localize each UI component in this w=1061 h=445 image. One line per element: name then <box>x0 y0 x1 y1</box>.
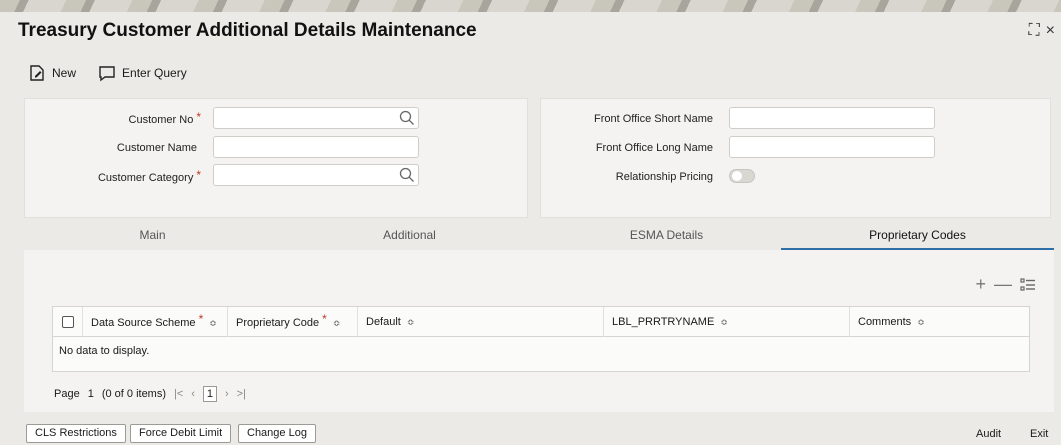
required-marker: * <box>196 110 201 124</box>
audit-button[interactable]: Audit <box>976 428 1001 440</box>
footer-bar: CLS Restrictions Force Debit Limit Chang… <box>0 420 1061 445</box>
force-debit-limit-button[interactable]: Force Debit Limit <box>130 424 232 443</box>
new-label: New <box>52 66 77 80</box>
relationship-pricing-label: Relationship Pricing <box>615 171 713 183</box>
tab-additional[interactable]: Additional <box>281 222 538 250</box>
col-default[interactable]: Default ≎ <box>358 307 604 337</box>
page-input[interactable]: 1 <box>88 388 94 400</box>
exit-button[interactable]: Exit <box>1030 428 1048 440</box>
items-count: (0 of 0 items) <box>101 388 167 400</box>
enter-query-button[interactable]: Enter Query <box>98 64 187 82</box>
fo-short-name-row: Front Office Short Name <box>541 113 713 125</box>
customer-category-label: Customer Category <box>97 172 194 184</box>
change-log-button[interactable]: Change Log <box>238 424 316 443</box>
sort-icon[interactable]: ≎ <box>333 318 341 328</box>
customer-category-input[interactable] <box>213 164 419 186</box>
column-label: Data Source Scheme <box>91 317 196 329</box>
sort-icon[interactable]: ≎ <box>917 317 925 327</box>
next-page-button[interactable]: › <box>225 388 229 400</box>
close-icon[interactable]: × <box>1046 22 1055 40</box>
front-office-panel: Front Office Short Name Front Office Lon… <box>540 98 1051 218</box>
customer-name-input[interactable] <box>213 136 419 158</box>
first-page-button[interactable]: |< <box>174 388 183 400</box>
col-lbl-prrtryname[interactable]: LBL_PRRTRYNAME ≎ <box>604 307 850 337</box>
fo-long-name-input[interactable] <box>729 136 935 158</box>
remove-row-icon[interactable]: — <box>994 274 1012 295</box>
select-all-checkbox[interactable] <box>62 316 74 328</box>
sort-icon[interactable]: ≎ <box>407 317 415 327</box>
page-title: Treasury Customer Additional Details Mai… <box>18 20 477 41</box>
table-header: Data Source Scheme * ≎ Proprietary Code * ≎ … <box>53 307 1029 337</box>
tab-bar: Main Additional ESMA Details Proprietary… <box>24 222 1054 250</box>
sort-icon[interactable]: ≎ <box>720 317 728 327</box>
col-data-source-scheme[interactable]: Data Source Scheme * ≎ <box>83 307 228 337</box>
fo-long-name-row: Front Office Long Name <box>541 142 713 154</box>
last-page-button[interactable]: >| <box>237 388 246 400</box>
select-all-cell <box>53 307 83 337</box>
grid-actions: + — <box>975 274 1036 295</box>
column-label: LBL_PRRTRYNAME <box>612 316 715 328</box>
enter-query-label: Enter Query <box>122 66 187 80</box>
proprietary-codes-content: + — Data Source Scheme * ≎ Proprietary Cod… <box>24 250 1054 412</box>
relationship-pricing-row: Relationship Pricing <box>541 171 713 183</box>
col-comments[interactable]: Comments ≎ <box>850 307 1029 337</box>
required-marker: * <box>198 312 204 326</box>
fo-short-name-input[interactable] <box>729 107 935 129</box>
query-icon <box>99 66 115 82</box>
page-label: Page <box>54 388 80 400</box>
pagination: Page 1 (0 of 0 items) |< ‹ 1 › >| <box>54 386 246 402</box>
fo-long-name-label: Front Office Long Name <box>595 142 713 154</box>
tab-esma-details[interactable]: ESMA Details <box>538 222 795 250</box>
fo-short-name-label: Front Office Short Name <box>593 113 713 125</box>
customer-name-row: Customer Name <box>25 142 197 154</box>
search-icon[interactable] <box>399 110 415 126</box>
resize-icon[interactable]: ⛶ <box>1028 22 1039 40</box>
column-label: Comments <box>858 316 912 328</box>
customer-name-label: Customer Name <box>116 142 197 154</box>
current-page[interactable]: 1 <box>202 386 217 402</box>
tab-proprietary-codes[interactable]: Proprietary Codes <box>781 222 1054 250</box>
search-icon[interactable] <box>399 167 415 183</box>
new-button[interactable]: New <box>28 64 76 82</box>
column-label: Default <box>366 316 401 328</box>
toolbar: New Enter Query <box>28 64 187 82</box>
customer-panel: Customer No * Customer Name Customer Cat… <box>24 98 528 218</box>
column-label: Proprietary Code <box>236 317 320 329</box>
proprietary-codes-table: Data Source Scheme * ≎ Proprietary Code * ≎ … <box>52 306 1030 372</box>
required-marker: * <box>322 312 327 326</box>
cls-restrictions-button[interactable]: CLS Restrictions <box>26 424 126 443</box>
list-view-icon[interactable] <box>1020 277 1036 293</box>
tab-main[interactable]: Main <box>24 222 281 250</box>
window-controls: ⛶ × <box>1028 22 1055 40</box>
customer-no-label: Customer No <box>128 114 194 126</box>
customer-no-input[interactable] <box>213 107 419 129</box>
header-banner <box>0 0 1061 12</box>
col-proprietary-code[interactable]: Proprietary Code * ≎ <box>228 307 358 337</box>
relationship-pricing-toggle[interactable] <box>729 169 755 183</box>
customer-category-row: Customer Category * <box>25 168 201 185</box>
empty-message: No data to display. <box>59 345 150 357</box>
sort-icon[interactable]: ≎ <box>209 318 217 328</box>
prev-page-button[interactable]: ‹ <box>191 388 195 400</box>
required-marker: * <box>196 168 201 182</box>
customer-no-row: Customer No * <box>25 110 201 127</box>
new-document-icon <box>30 65 44 81</box>
add-row-icon[interactable]: + <box>975 274 986 295</box>
